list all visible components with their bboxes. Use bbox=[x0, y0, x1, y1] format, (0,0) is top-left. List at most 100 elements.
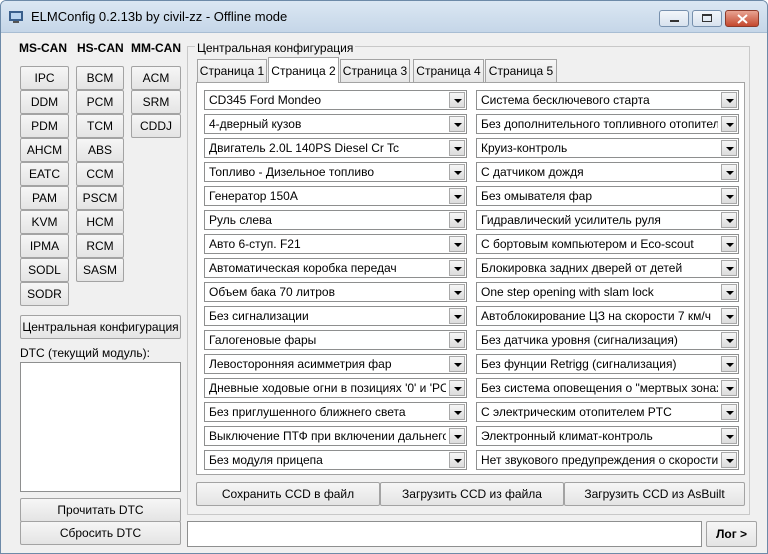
chevron-down-icon[interactable] bbox=[449, 356, 465, 372]
load-ccd-asbuilt-button[interactable]: Загрузить CCD из AsBuilt bbox=[564, 482, 745, 506]
central-config-button[interactable]: Центральная конфигурация bbox=[20, 315, 181, 339]
module-button-ccm[interactable]: CCM bbox=[76, 162, 124, 186]
config-left-select-9[interactable]: Объем бака 70 литров bbox=[204, 282, 467, 302]
tab-page-4[interactable]: Страница 4 bbox=[413, 59, 484, 82]
chevron-down-icon[interactable] bbox=[721, 236, 737, 252]
chevron-down-icon[interactable] bbox=[449, 92, 465, 108]
config-left-select-10[interactable]: Без сигнализации bbox=[204, 306, 467, 326]
module-button-bcm[interactable]: BCM bbox=[76, 66, 124, 90]
chevron-down-icon[interactable] bbox=[449, 164, 465, 180]
module-button-ahcm[interactable]: AHCM bbox=[20, 138, 69, 162]
load-ccd-file-button[interactable]: Загрузить CCD из файла bbox=[380, 482, 564, 506]
config-left-select-5[interactable]: Генератор 150А bbox=[204, 186, 467, 206]
config-left-select-4[interactable]: Топливо - Дизельное топливо bbox=[204, 162, 467, 182]
save-ccd-button[interactable]: Сохранить CCD в файл bbox=[196, 482, 380, 506]
module-button-sasm[interactable]: SASM bbox=[76, 258, 124, 282]
config-right-select-12[interactable]: Без фунции Retrigg (сигнализация) bbox=[476, 354, 739, 374]
tab-page-1[interactable]: Страница 1 bbox=[197, 59, 267, 82]
config-right-select-9[interactable]: One step opening with slam lock bbox=[476, 282, 739, 302]
config-right-select-10[interactable]: Автоблокирование ЦЗ на скорости 7 км/ч bbox=[476, 306, 739, 326]
tab-page-5[interactable]: Страница 5 bbox=[485, 59, 557, 82]
config-left-select-14[interactable]: Без приглушенного ближнего света bbox=[204, 402, 467, 422]
chevron-down-icon[interactable] bbox=[721, 188, 737, 204]
module-button-cddj[interactable]: CDDJ bbox=[131, 114, 181, 138]
config-right-select-16[interactable]: Нет звукового предупреждения о скорости bbox=[476, 450, 739, 470]
chevron-down-icon[interactable] bbox=[721, 116, 737, 132]
module-button-eatc[interactable]: EATC bbox=[20, 162, 69, 186]
module-button-rcm[interactable]: RCM bbox=[76, 234, 124, 258]
module-button-pdm[interactable]: PDM bbox=[20, 114, 69, 138]
config-right-select-14[interactable]: С электрическим отопителем PTC bbox=[476, 402, 739, 422]
module-button-pscm[interactable]: PSCM bbox=[76, 186, 124, 210]
chevron-down-icon[interactable] bbox=[449, 140, 465, 156]
chevron-down-icon[interactable] bbox=[449, 308, 465, 324]
config-left-select-11[interactable]: Галогеновые фары bbox=[204, 330, 467, 350]
config-left-select-16[interactable]: Без модуля прицепа bbox=[204, 450, 467, 470]
chevron-down-icon[interactable] bbox=[721, 356, 737, 372]
module-button-sodr[interactable]: SODR bbox=[20, 282, 69, 306]
dtc-list[interactable] bbox=[20, 362, 181, 492]
module-button-pcm[interactable]: PCM bbox=[76, 90, 124, 114]
module-button-ipc[interactable]: IPC bbox=[20, 66, 69, 90]
config-left-select-6[interactable]: Руль слева bbox=[204, 210, 467, 230]
chevron-down-icon[interactable] bbox=[721, 332, 737, 348]
chevron-down-icon[interactable] bbox=[721, 452, 737, 468]
chevron-down-icon[interactable] bbox=[449, 452, 465, 468]
config-right-select-1[interactable]: Система бесключевого старта bbox=[476, 90, 739, 110]
module-button-kvm[interactable]: KVM bbox=[20, 210, 69, 234]
config-right-select-6[interactable]: Гидравлический усилитель руля bbox=[476, 210, 739, 230]
config-right-select-2[interactable]: Без дополнительного топливного отопителя bbox=[476, 114, 739, 134]
module-button-tcm[interactable]: TCM bbox=[76, 114, 124, 138]
chevron-down-icon[interactable] bbox=[449, 332, 465, 348]
chevron-down-icon[interactable] bbox=[449, 212, 465, 228]
read-dtc-button[interactable]: Прочитать DTC bbox=[20, 498, 181, 522]
chevron-down-icon[interactable] bbox=[721, 404, 737, 420]
chevron-down-icon[interactable] bbox=[721, 164, 737, 180]
config-left-select-2[interactable]: 4-дверный кузов bbox=[204, 114, 467, 134]
chevron-down-icon[interactable] bbox=[721, 284, 737, 300]
config-right-select-15[interactable]: Электронный климат-контроль bbox=[476, 426, 739, 446]
close-button[interactable] bbox=[725, 10, 759, 27]
config-right-select-8[interactable]: Блокировка задних дверей от детей bbox=[476, 258, 739, 278]
chevron-down-icon[interactable] bbox=[721, 260, 737, 276]
config-right-select-3[interactable]: Круиз-контроль bbox=[476, 138, 739, 158]
module-button-pam[interactable]: PAM bbox=[20, 186, 69, 210]
config-right-select-13[interactable]: Без система оповещения о "мертвых зонах" bbox=[476, 378, 739, 398]
module-button-ddm[interactable]: DDM bbox=[20, 90, 69, 114]
module-button-sodl[interactable]: SODL bbox=[20, 258, 69, 282]
chevron-down-icon[interactable] bbox=[721, 92, 737, 108]
chevron-down-icon[interactable] bbox=[721, 308, 737, 324]
config-right-select-4[interactable]: С датчиком дождя bbox=[476, 162, 739, 182]
chevron-down-icon[interactable] bbox=[449, 188, 465, 204]
reset-dtc-button[interactable]: Сбросить DTC bbox=[20, 521, 181, 545]
config-left-select-15[interactable]: Выключение ПТФ при включении дальнего св… bbox=[204, 426, 467, 446]
tab-page-3[interactable]: Страница 3 bbox=[340, 59, 410, 82]
chevron-down-icon[interactable] bbox=[449, 380, 465, 396]
config-left-select-1[interactable]: CD345 Ford Mondeo bbox=[204, 90, 467, 110]
module-button-hcm[interactable]: HCM bbox=[76, 210, 124, 234]
config-left-select-13[interactable]: Дневные ходовые огни в позициях '0' и 'P… bbox=[204, 378, 467, 398]
chevron-down-icon[interactable] bbox=[721, 380, 737, 396]
chevron-down-icon[interactable] bbox=[449, 260, 465, 276]
config-left-select-8[interactable]: Автоматическая коробка передач bbox=[204, 258, 467, 278]
chevron-down-icon[interactable] bbox=[449, 284, 465, 300]
config-right-select-7[interactable]: С бортовым компьютером и Eco-scout bbox=[476, 234, 739, 254]
config-left-select-3[interactable]: Двигатель 2.0L 140PS Diesel Cr Tc bbox=[204, 138, 467, 158]
config-right-select-11[interactable]: Без датчика уровня (сигнализация) bbox=[476, 330, 739, 350]
chevron-down-icon[interactable] bbox=[449, 236, 465, 252]
chevron-down-icon[interactable] bbox=[449, 404, 465, 420]
module-button-srm[interactable]: SRM bbox=[131, 90, 181, 114]
config-left-select-7[interactable]: Авто 6-ступ. F21 bbox=[204, 234, 467, 254]
config-left-select-12[interactable]: Левосторонняя асимметрия фар bbox=[204, 354, 467, 374]
module-button-acm[interactable]: ACM bbox=[131, 66, 181, 90]
module-button-abs[interactable]: ABS bbox=[76, 138, 124, 162]
chevron-down-icon[interactable] bbox=[721, 212, 737, 228]
tab-page-2[interactable]: Страница 2 bbox=[268, 57, 339, 83]
chevron-down-icon[interactable] bbox=[449, 428, 465, 444]
config-right-select-5[interactable]: Без омывателя фар bbox=[476, 186, 739, 206]
module-button-ipma[interactable]: IPMA bbox=[20, 234, 69, 258]
chevron-down-icon[interactable] bbox=[721, 140, 737, 156]
chevron-down-icon[interactable] bbox=[721, 428, 737, 444]
minimize-button[interactable] bbox=[659, 10, 689, 27]
log-button[interactable]: Лог > bbox=[706, 521, 757, 547]
